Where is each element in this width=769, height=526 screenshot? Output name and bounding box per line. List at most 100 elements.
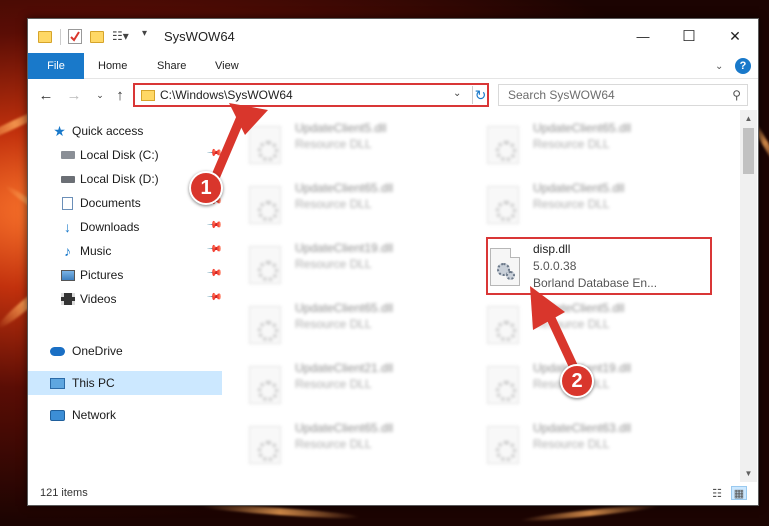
ribbon: File Home Share View ⌄ ? bbox=[28, 53, 758, 79]
file-name: UpdateClient5.dll bbox=[533, 181, 625, 195]
dll-file-icon bbox=[249, 246, 281, 284]
file-description: Resource DLL bbox=[295, 137, 372, 151]
file-item[interactable]: UpdateClient65.dll Resource DLL bbox=[222, 418, 452, 474]
dll-file-icon bbox=[487, 366, 519, 404]
sidebar-item-label: Network bbox=[72, 408, 117, 422]
file-name: UpdateClient63.dll bbox=[533, 421, 632, 435]
file-item[interactable]: UpdateClient19.dll Resource DLL bbox=[222, 238, 452, 294]
close-button[interactable]: ✕ bbox=[712, 19, 758, 53]
details-view-icon[interactable]: ☷ bbox=[709, 486, 725, 500]
minimize-button[interactable]: — bbox=[620, 19, 666, 53]
status-bar: 121 items ☷ ▦ bbox=[28, 482, 758, 506]
address-path[interactable]: C:\Windows\SysWOW64 bbox=[160, 88, 293, 102]
file-item[interactable]: UpdateClient5.dll Resource DLL bbox=[460, 178, 690, 234]
file-name: UpdateClient65.dll bbox=[295, 181, 394, 195]
back-arrow-icon[interactable]: ← bbox=[36, 85, 56, 105]
expand-ribbon-icon[interactable]: ⌄ bbox=[715, 53, 723, 79]
sidebar-item-videos[interactable]: Videos 📌 bbox=[28, 287, 223, 311]
recent-locations-icon[interactable]: ⌄ bbox=[90, 85, 110, 105]
file-description: Resource DLL bbox=[533, 317, 610, 331]
file-description: Resource DLL bbox=[295, 437, 372, 451]
tab-file[interactable]: File bbox=[28, 53, 84, 79]
help-icon[interactable]: ? bbox=[735, 58, 751, 74]
sidebar-item-label: OneDrive bbox=[72, 344, 123, 358]
file-item[interactable]: UpdateClient63.dll Resource DLL bbox=[460, 418, 690, 474]
sidebar-item-downloads[interactable]: ↓ Downloads 📌 bbox=[28, 215, 223, 239]
forward-arrow-icon[interactable]: → bbox=[64, 85, 84, 105]
sidebar-item-onedrive[interactable]: OneDrive bbox=[28, 339, 222, 363]
new-folder-icon[interactable] bbox=[90, 31, 104, 43]
properties-icon[interactable] bbox=[68, 29, 82, 44]
maximize-button[interactable]: ☐ bbox=[666, 19, 712, 53]
up-arrow-icon[interactable]: ↑ bbox=[110, 85, 130, 105]
step-marker-one: 1 bbox=[189, 171, 223, 205]
drive-icon bbox=[60, 172, 75, 186]
cloud-icon bbox=[50, 344, 65, 358]
file-description: Resource DLL bbox=[295, 197, 372, 211]
search-icon[interactable]: ⚲ bbox=[732, 88, 741, 102]
picture-icon bbox=[60, 268, 75, 282]
drive-icon bbox=[60, 148, 75, 162]
sidebar-item-local-disk-c[interactable]: Local Disk (C:) 📌 bbox=[28, 143, 223, 167]
sidebar-item-label: This PC bbox=[72, 376, 115, 390]
pin-icon[interactable]: 📌 bbox=[206, 217, 223, 234]
music-icon: ♪ bbox=[64, 243, 71, 259]
file-item[interactable]: UpdateClient5.dll Resource DLL bbox=[222, 118, 452, 174]
search-input[interactable]: Search SysWOW64 ⚲ bbox=[498, 84, 748, 106]
scroll-down-icon[interactable]: ▼ bbox=[740, 465, 757, 482]
sidebar-item-label: Pictures bbox=[80, 268, 124, 282]
tiles-view-icon[interactable]: ▦ bbox=[731, 486, 747, 500]
file-name: UpdateClient65.dll bbox=[533, 121, 632, 135]
dll-file-icon bbox=[490, 248, 520, 286]
file-name: UpdateClient19.dll bbox=[295, 241, 394, 255]
file-name: disp.dll bbox=[533, 242, 571, 256]
customize-toolbar-icon[interactable]: ☷▾ bbox=[112, 29, 129, 47]
step-marker-two: 2 bbox=[560, 364, 594, 398]
scrollbar-thumb[interactable] bbox=[743, 128, 754, 174]
explorer-window: ☷▾ ▾ SysWOW64 — ☐ ✕ File Home Share View… bbox=[27, 18, 759, 506]
disp-dll-item[interactable]: disp.dll 5.0.0.38 Borland Database En... bbox=[488, 239, 710, 293]
file-item[interactable]: UpdateClient65.dll Resource DLL bbox=[460, 118, 690, 174]
sidebar-item-label: Downloads bbox=[80, 220, 140, 234]
pin-icon[interactable]: 📌 bbox=[206, 265, 223, 282]
download-icon: ↓ bbox=[64, 219, 71, 235]
navigation-bar: ← → ⌄ ↑ C:\Windows\SysWOW64 ⌄ ↻ Search S… bbox=[28, 80, 758, 110]
sidebar-item-quick-access[interactable]: ★ Quick access bbox=[28, 119, 222, 143]
address-bar[interactable]: C:\Windows\SysWOW64 ⌄ ↻ bbox=[133, 83, 489, 107]
file-description: Resource DLL bbox=[533, 197, 610, 211]
vertical-scrollbar[interactable]: ▲ ▼ bbox=[740, 110, 757, 482]
file-description: Resource DLL bbox=[533, 437, 610, 451]
dll-file-icon bbox=[249, 126, 281, 164]
pin-icon[interactable]: 📌 bbox=[206, 241, 223, 258]
title-bar: ☷▾ ▾ SysWOW64 — ☐ ✕ bbox=[28, 19, 758, 53]
address-dropdown-icon[interactable]: ⌄ bbox=[453, 88, 461, 99]
dll-file-icon bbox=[487, 186, 519, 224]
computer-icon bbox=[50, 376, 65, 390]
sidebar-item-label: Quick access bbox=[72, 124, 144, 138]
scroll-up-icon[interactable]: ▲ bbox=[740, 110, 757, 127]
tab-view[interactable]: View bbox=[215, 53, 239, 79]
file-item[interactable]: UpdateClient5.dll Resource DLL bbox=[460, 298, 690, 354]
file-name: UpdateClient5.dll bbox=[295, 121, 387, 135]
sidebar-item-pictures[interactable]: Pictures 📌 bbox=[28, 263, 223, 287]
dll-file-icon bbox=[249, 306, 281, 344]
file-item[interactable]: UpdateClient65.dll Resource DLL bbox=[222, 178, 452, 234]
file-item[interactable]: UpdateClient21.dll Resource DLL bbox=[222, 358, 452, 414]
file-name: UpdateClient21.dll bbox=[295, 361, 394, 375]
file-description: Resource DLL bbox=[295, 317, 372, 331]
tab-share[interactable]: Share bbox=[157, 53, 186, 79]
file-description: Resource DLL bbox=[295, 257, 372, 271]
tab-home[interactable]: Home bbox=[98, 53, 127, 79]
file-item[interactable]: UpdateClient65.dll Resource DLL bbox=[222, 298, 452, 354]
quick-access-dropdown-icon[interactable]: ▾ bbox=[142, 28, 147, 46]
sidebar-item-network[interactable]: Network bbox=[28, 403, 222, 427]
sidebar-item-this-pc[interactable]: This PC bbox=[28, 371, 222, 395]
pin-icon[interactable]: 📌 bbox=[206, 289, 223, 306]
sidebar-item-music[interactable]: ♪ Music 📌 bbox=[28, 239, 223, 263]
dll-file-icon bbox=[249, 366, 281, 404]
sidebar-item-label: Local Disk (C:) bbox=[80, 148, 159, 162]
refresh-icon[interactable]: ↻ bbox=[472, 86, 488, 104]
sidebar-item-label: Videos bbox=[80, 292, 117, 306]
pin-icon[interactable]: 📌 bbox=[206, 145, 223, 162]
folder-icon bbox=[38, 31, 52, 43]
